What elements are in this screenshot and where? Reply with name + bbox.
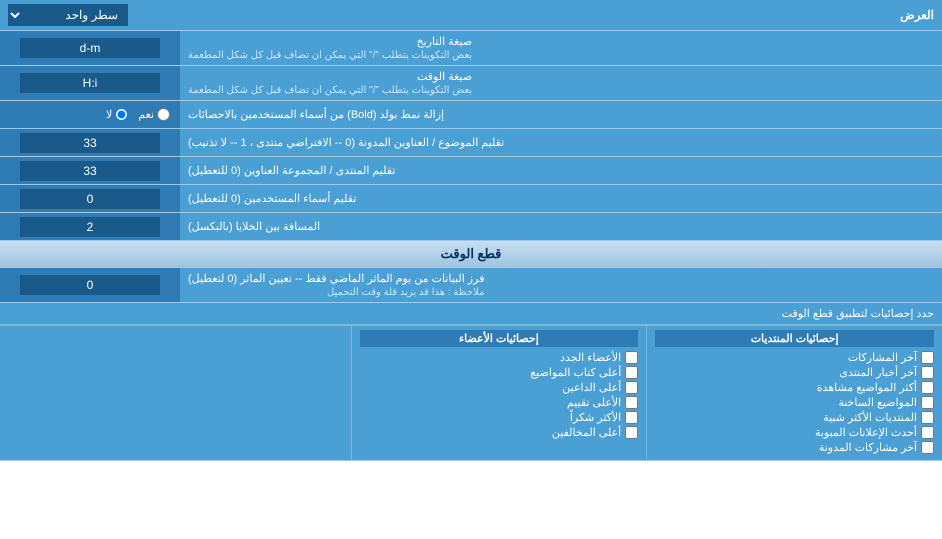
stats-cb-forum-5[interactable] xyxy=(921,426,934,439)
stats-label-forum-5: أحدث الإعلانات المبوبة xyxy=(815,426,917,439)
stats-cb-member-1[interactable] xyxy=(625,366,638,379)
sort-topics-label: تقليم الموضوع / العناوين المدونة (0 -- ا… xyxy=(180,129,942,156)
stats-cb-member-3[interactable] xyxy=(625,396,638,409)
bold-yes-radio[interactable] xyxy=(157,108,170,121)
date-format-label: صيغة التاريخ بعض التكوينات يتطلب "/" الت… xyxy=(180,31,942,65)
trim-forum-input[interactable] xyxy=(20,161,160,181)
stats-columns: إحصائيات المنتديات آخر المشاركات آخر أخب… xyxy=(0,325,942,460)
stats-col-empty xyxy=(0,326,351,460)
stats-item-forum-5: أحدث الإعلانات المبوبة xyxy=(655,426,934,439)
stats-label-forum-1: آخر أخبار المنتدى xyxy=(839,366,917,379)
stats-label-member-2: أعلى الداعين xyxy=(562,381,621,394)
sort-topics-input-area xyxy=(0,129,180,156)
stats-item-forum-1: آخر أخبار المنتدى xyxy=(655,366,934,379)
rows-select[interactable]: سطر واحدسطرينثلاثة أسطر xyxy=(8,4,128,26)
title-select-area[interactable]: سطر واحدسطرينثلاثة أسطر xyxy=(8,4,128,26)
stats-item-forum-3: المواضيع الساخنة xyxy=(655,396,934,409)
page-title: العرض xyxy=(900,8,934,22)
trim-users-input-area xyxy=(0,185,180,212)
cutoff-section-header: قطع الوقت xyxy=(0,241,942,268)
stats-item-forum-4: المنتديات الأكثر شبية xyxy=(655,411,934,424)
stats-label-forum-4: المنتديات الأكثر شبية xyxy=(823,411,917,424)
time-format-input-area xyxy=(0,66,180,100)
stats-label-forum-2: أكثر المواضيع مشاهدة xyxy=(817,381,917,394)
stats-item-member-3: الأعلى تقييم xyxy=(360,396,639,409)
stats-label-member-1: أعلى كتاب المواضيع xyxy=(530,366,621,379)
stats-cb-member-2[interactable] xyxy=(625,381,638,394)
stats-section: حدد إحصائيات لتطبيق قطع الوقت إحصائيات ا… xyxy=(0,303,942,461)
stats-label-member-4: الأكثر شكراً xyxy=(570,411,621,424)
stats-item-member-2: أعلى الداعين xyxy=(360,381,639,394)
date-format-input-area xyxy=(0,31,180,65)
time-format-row: صيغة الوقت بعض التكوينات يتطلب "/" التي … xyxy=(0,66,942,101)
stats-cb-forum-1[interactable] xyxy=(921,366,934,379)
bold-remove-row: إزالة نمط بولد (Bold) من أسماء المستخدمي… xyxy=(0,101,942,129)
stats-label-member-0: الأعضاء الجدد xyxy=(560,351,621,364)
trim-users-row: تقليم أسماء المستخدمين (0 للتعطيل) xyxy=(0,185,942,213)
trim-users-label: تقليم أسماء المستخدمين (0 للتعطيل) xyxy=(180,185,942,212)
stats-cb-member-0[interactable] xyxy=(625,351,638,364)
trim-forum-label: تقليم المنتدى / المجموعة العناوين (0 للت… xyxy=(180,157,942,184)
stats-cb-member-4[interactable] xyxy=(625,411,638,424)
bold-yes-label[interactable]: نعم xyxy=(138,108,170,121)
cutoff-input[interactable] xyxy=(20,275,160,295)
bold-no-label[interactable]: لا xyxy=(106,108,128,121)
sort-topics-input[interactable] xyxy=(20,133,160,153)
stats-label-member-3: الأعلى تقييم xyxy=(567,396,621,409)
stats-cb-forum-3[interactable] xyxy=(921,396,934,409)
stats-item-member-0: الأعضاء الجدد xyxy=(360,351,639,364)
stats-col-forums: إحصائيات المنتديات آخر المشاركات آخر أخب… xyxy=(646,326,942,460)
stats-item-member-5: أعلى المخالفين xyxy=(360,426,639,439)
bold-remove-label: إزالة نمط بولد (Bold) من أسماء المستخدمي… xyxy=(180,101,942,128)
gap-cells-row: المسافة بين الخلايا (بالبكسل) xyxy=(0,213,942,241)
trim-forum-input-area xyxy=(0,157,180,184)
stats-cb-member-5[interactable] xyxy=(625,426,638,439)
stats-header-row: حدد إحصائيات لتطبيق قطع الوقت xyxy=(0,303,942,325)
cutoff-input-area xyxy=(0,268,180,302)
stats-item-member-1: أعلى كتاب المواضيع xyxy=(360,366,639,379)
cutoff-row: فرز البيانات من يوم الماثر الماضي فقط --… xyxy=(0,268,942,303)
stats-item-member-4: الأكثر شكراً xyxy=(360,411,639,424)
stats-header-label: حدد إحصائيات لتطبيق قطع الوقت xyxy=(8,307,934,320)
stats-label-forum-3: المواضيع الساخنة xyxy=(838,396,917,409)
stats-cb-forum-4[interactable] xyxy=(921,411,934,424)
stats-cb-forum-2[interactable] xyxy=(921,381,934,394)
stats-col-members-title: إحصائيات الأعضاء xyxy=(360,330,639,347)
stats-label-member-5: أعلى المخالفين xyxy=(552,426,621,439)
stats-item-forum-2: أكثر المواضيع مشاهدة xyxy=(655,381,934,394)
bold-no-radio[interactable] xyxy=(115,108,128,121)
stats-label-forum-0: آخر المشاركات xyxy=(848,351,917,364)
gap-cells-input[interactable] xyxy=(20,217,160,237)
bold-remove-radio-area: نعم لا xyxy=(0,101,180,128)
stats-label-forum-6: آخر مشاركات المدونة xyxy=(819,441,917,454)
date-format-input[interactable] xyxy=(20,38,160,58)
stats-item-forum-6: آخر مشاركات المدونة xyxy=(655,441,934,454)
trim-users-input[interactable] xyxy=(20,189,160,209)
stats-item-forum-0: آخر المشاركات xyxy=(655,351,934,364)
gap-cells-input-area xyxy=(0,213,180,240)
time-format-label: صيغة الوقت بعض التكوينات يتطلب "/" التي … xyxy=(180,66,942,100)
stats-cb-forum-0[interactable] xyxy=(921,351,934,364)
sort-topics-row: تقليم الموضوع / العناوين المدونة (0 -- ا… xyxy=(0,129,942,157)
page-title-row: العرض سطر واحدسطرينثلاثة أسطر xyxy=(0,0,942,31)
stats-col-forums-title: إحصائيات المنتديات xyxy=(655,330,934,347)
time-format-input[interactable] xyxy=(20,73,160,93)
gap-cells-label: المسافة بين الخلايا (بالبكسل) xyxy=(180,213,942,240)
trim-forum-row: تقليم المنتدى / المجموعة العناوين (0 للت… xyxy=(0,157,942,185)
cutoff-label: فرز البيانات من يوم الماثر الماضي فقط --… xyxy=(180,268,942,302)
stats-cb-forum-6[interactable] xyxy=(921,441,934,454)
date-format-row: صيغة التاريخ بعض التكوينات يتطلب "/" الت… xyxy=(0,31,942,66)
stats-col-members: إحصائيات الأعضاء الأعضاء الجدد أعلى كتاب… xyxy=(351,326,647,460)
